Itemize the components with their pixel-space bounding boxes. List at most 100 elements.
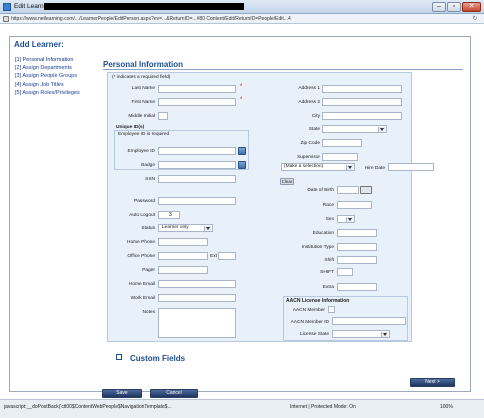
city-input[interactable] bbox=[322, 112, 402, 120]
first-name-input[interactable] bbox=[158, 98, 236, 106]
zoom-text[interactable]: 100% bbox=[440, 404, 453, 410]
nav-assign-departments[interactable]: [2] Assign Departments bbox=[15, 65, 72, 71]
aacn-member-id-input[interactable] bbox=[332, 317, 406, 325]
minimize-button[interactable]: – bbox=[432, 2, 446, 12]
badge-input[interactable] bbox=[158, 161, 236, 169]
race-label: Race bbox=[322, 203, 334, 208]
supervisor-label: Supervisor bbox=[297, 155, 320, 160]
dob-input[interactable] bbox=[337, 186, 359, 194]
first-name-label: First Name bbox=[131, 100, 155, 105]
shift2-input[interactable] bbox=[337, 268, 353, 276]
zip-code-label: Zip Code bbox=[300, 141, 320, 146]
clear-button[interactable]: Clear bbox=[280, 178, 294, 185]
city-label: City bbox=[311, 114, 320, 119]
home-phone-input[interactable] bbox=[158, 238, 208, 246]
date-of-birth-label: Date of Birth bbox=[307, 188, 334, 193]
sex-label: Sex bbox=[325, 217, 334, 222]
education-label: Education bbox=[312, 231, 334, 236]
refresh-icon[interactable]: ↻ bbox=[470, 15, 480, 23]
url-field[interactable]: https://www.netlearning.com/.../LearnerP… bbox=[11, 15, 466, 23]
home-email-input[interactable] bbox=[158, 280, 236, 288]
address2-input[interactable] bbox=[322, 98, 402, 106]
education-input[interactable] bbox=[337, 229, 377, 237]
supervisor-input[interactable] bbox=[322, 153, 358, 161]
institution-type-label: Institution Type bbox=[301, 245, 334, 250]
supervisor-value: (Make a selection) bbox=[284, 164, 324, 169]
pager-label: Pager bbox=[142, 268, 155, 273]
zip-code-input[interactable] bbox=[322, 139, 362, 147]
work-email-input[interactable] bbox=[158, 294, 236, 302]
status-text: javascript:__doPostBack('ctl00$ContentWe… bbox=[4, 404, 172, 410]
chevron-down-icon bbox=[348, 166, 352, 169]
extra-input[interactable] bbox=[337, 283, 377, 291]
employee-id-required: Employee ID is required bbox=[118, 132, 170, 137]
lookup-icon[interactable] bbox=[238, 161, 246, 169]
pager-input[interactable] bbox=[158, 266, 208, 274]
close-button[interactable]: ✕ bbox=[462, 2, 481, 12]
address2-label: Address 2 bbox=[298, 100, 320, 105]
last-name-label: Last Name bbox=[131, 86, 155, 91]
section-title: Personal Information bbox=[103, 60, 184, 69]
ssn-label: SSN bbox=[145, 177, 155, 182]
notes-textarea[interactable] bbox=[158, 308, 236, 338]
nav-assign-roles[interactable]: [5] Assign Roles/Privileges bbox=[15, 90, 80, 96]
custom-fields-title[interactable]: Custom Fields bbox=[130, 354, 185, 363]
calendar-icon[interactable] bbox=[360, 186, 372, 194]
home-phone-label: Home Phone bbox=[127, 240, 155, 245]
hire-date-input[interactable] bbox=[388, 163, 434, 171]
license-state-label: License State bbox=[299, 332, 329, 337]
ext-label: Ext bbox=[210, 254, 217, 259]
lookup-icon[interactable] bbox=[238, 147, 246, 155]
page-title: Add Learner: bbox=[14, 40, 64, 49]
aacn-member-id-label: AACN Member ID bbox=[290, 320, 329, 325]
aacn-title: AACN License Information bbox=[286, 298, 350, 304]
expand-icon[interactable] bbox=[116, 354, 122, 360]
race-input[interactable] bbox=[337, 201, 372, 209]
required-mark: * bbox=[240, 97, 243, 103]
next-button[interactable]: Next > bbox=[410, 378, 455, 387]
nav-assign-people-groups[interactable]: [3] Assign People Groups bbox=[15, 73, 77, 79]
restore-button[interactable]: ▫ bbox=[447, 2, 461, 12]
cancel-button[interactable]: Cancel bbox=[150, 389, 198, 398]
nav-assign-job-titles[interactable]: [4] Assign Job Titles bbox=[15, 82, 64, 88]
status-select[interactable]: Learner only bbox=[158, 224, 213, 232]
shift-label: Shift bbox=[324, 258, 334, 263]
lock-icon bbox=[3, 16, 9, 22]
license-state-select[interactable] bbox=[332, 330, 390, 338]
extra-label: Extra bbox=[322, 285, 334, 290]
sex-select[interactable] bbox=[337, 215, 355, 223]
address1-input[interactable] bbox=[322, 85, 402, 93]
office-phone-input[interactable] bbox=[158, 252, 208, 260]
status-label: Status bbox=[141, 226, 155, 231]
home-email-label: Home Email bbox=[128, 282, 155, 287]
notes-label: Notes bbox=[142, 310, 155, 315]
status-value: Learner only bbox=[162, 225, 189, 230]
badge-label: Badge bbox=[141, 163, 155, 168]
work-email-label: Work Email bbox=[130, 296, 155, 301]
office-phone-label: Office Phone bbox=[127, 254, 155, 259]
last-name-input[interactable] bbox=[158, 85, 236, 93]
ssn-input[interactable] bbox=[158, 175, 236, 183]
required-mark: * bbox=[240, 84, 243, 90]
state-select[interactable] bbox=[322, 125, 387, 133]
chevron-down-icon bbox=[380, 128, 384, 131]
password-input[interactable] bbox=[158, 197, 236, 205]
shift-input[interactable] bbox=[337, 256, 377, 264]
shift2-label: SHIFT bbox=[320, 270, 334, 275]
middle-initial-input[interactable] bbox=[158, 112, 168, 120]
supervisor-select[interactable]: (Make a selection) bbox=[281, 163, 355, 171]
address1-label: Address 1 bbox=[298, 86, 320, 91]
auto-logout-input[interactable]: 3 bbox=[158, 211, 180, 219]
aacn-member-checkbox[interactable] bbox=[328, 306, 335, 313]
state-label: State bbox=[308, 127, 320, 132]
institution-type-input[interactable] bbox=[337, 243, 377, 251]
chevron-down-icon bbox=[348, 218, 352, 221]
zone-text: Internet | Protected Mode: On bbox=[290, 404, 356, 410]
save-button[interactable]: Save bbox=[102, 389, 142, 398]
ext-input[interactable] bbox=[218, 252, 236, 260]
aacn-member-label: AACN Member bbox=[292, 308, 325, 313]
employee-id-input[interactable] bbox=[158, 147, 236, 155]
middle-initial-label: Middle Initial bbox=[128, 114, 155, 119]
required-note: (* indicates a required field) bbox=[112, 75, 171, 80]
nav-personal-information[interactable]: [1] Personal Information bbox=[15, 57, 73, 63]
